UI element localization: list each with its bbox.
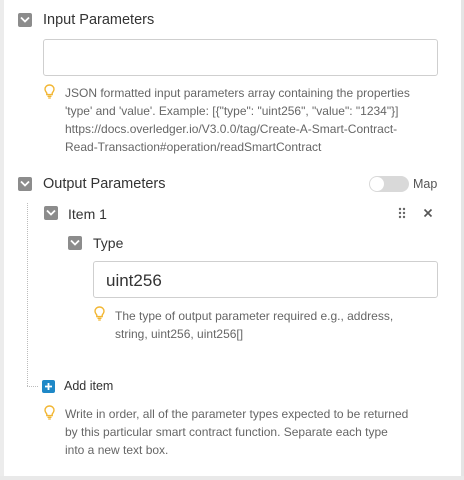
item-title: Item 1: [68, 206, 107, 222]
map-label: Map: [413, 177, 438, 191]
plus-icon: [45, 383, 52, 390]
output-parameters-collapse-checkbox[interactable]: [18, 177, 32, 191]
lightbulb-icon: [94, 306, 105, 321]
hint-line: into a new text box.: [65, 443, 169, 457]
panel-bottom-border: [0, 476, 464, 480]
add-item-button[interactable]: [42, 380, 55, 393]
item-collapse-checkbox[interactable]: [44, 206, 58, 220]
input-parameters-field[interactable]: [43, 39, 438, 76]
panel-left-border: [0, 0, 4, 480]
input-parameters-collapse-checkbox[interactable]: [18, 13, 32, 27]
type-collapse-checkbox[interactable]: [68, 236, 82, 250]
input-parameters-hint: JSON formatted input parameters array co…: [65, 84, 450, 156]
hint-line: by this particular smart contract functi…: [65, 425, 388, 439]
output-parameters-title: Output Parameters: [43, 176, 166, 192]
hint-line: The type of output parameter required e.…: [115, 309, 394, 323]
chevron-down-icon: [20, 16, 30, 23]
type-hint: The type of output parameter required e.…: [115, 307, 445, 343]
tree-guide-branch: [27, 386, 38, 387]
add-item-label[interactable]: Add item: [64, 379, 113, 393]
hint-line: string, uint256, uint256[]: [115, 327, 244, 341]
lightbulb-icon: [44, 84, 55, 99]
hint-line: JSON formatted input parameters array co…: [65, 86, 410, 100]
remove-item-icon[interactable]: [423, 208, 433, 218]
map-toggle-knob: [370, 177, 384, 191]
hint-link-line[interactable]: https://docs.overledger.io/V3.0.0/tag/Cr…: [65, 120, 450, 138]
map-toggle[interactable]: [369, 176, 409, 192]
chevron-down-icon: [46, 209, 56, 216]
chevron-down-icon: [70, 239, 80, 246]
drag-handle-icon[interactable]: [398, 207, 406, 219]
type-input[interactable]: uint256: [93, 261, 438, 298]
chevron-down-icon: [20, 180, 30, 187]
hint-line: 'type' and 'value'. Example: [{"type": "…: [65, 104, 399, 118]
lightbulb-icon: [44, 405, 55, 420]
type-label: Type: [93, 235, 124, 251]
hint-link-line[interactable]: Read-Transaction#operation/readSmartCont…: [65, 138, 450, 156]
type-value: uint256: [106, 271, 162, 290]
hint-line: Write in order, all of the parameter typ…: [65, 407, 409, 421]
input-parameters-title: Input Parameters: [43, 12, 155, 28]
tree-guide-line: [27, 203, 28, 386]
output-parameters-hint: Write in order, all of the parameter typ…: [65, 405, 450, 459]
